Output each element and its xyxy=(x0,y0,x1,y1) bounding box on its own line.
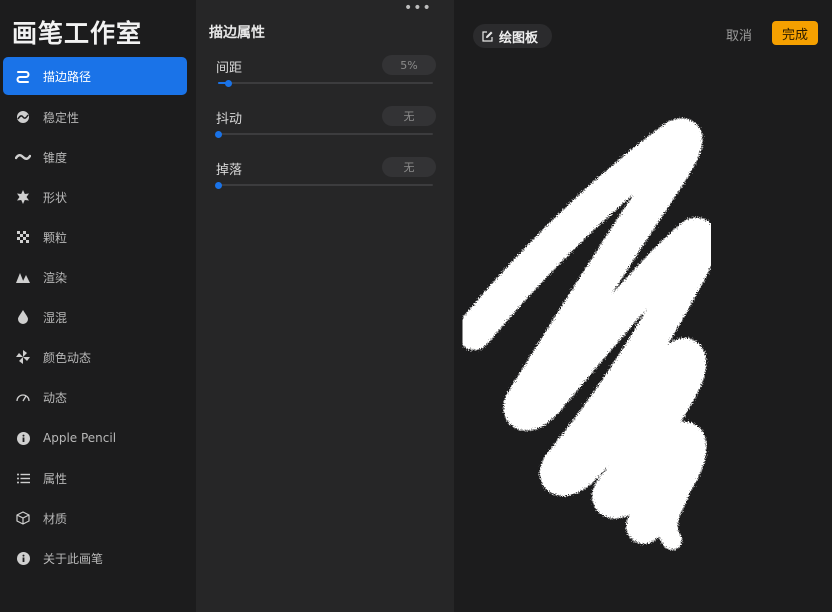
app-title: 画笔工作室 xyxy=(12,19,143,48)
sidebar-item-rendering[interactable]: 渲染 xyxy=(3,258,187,296)
sidebar-item-material[interactable]: 材质 xyxy=(3,499,187,537)
panel-title: 描边属性 xyxy=(209,25,265,41)
sidebar-item-stabilization[interactable]: 稳定性 xyxy=(3,98,187,136)
sidebar-item-label: 湿混 xyxy=(43,310,68,325)
sidebar-item-label: 锥度 xyxy=(43,150,68,165)
rendering-icon xyxy=(15,269,31,285)
slider-knob[interactable] xyxy=(214,181,222,189)
color-dynamics-icon xyxy=(15,349,31,365)
sidebar-item-apple-pencil[interactable]: Apple Pencil xyxy=(3,419,187,457)
grain-icon xyxy=(15,229,31,245)
apple-pencil-icon xyxy=(15,430,31,446)
about-icon xyxy=(15,550,31,566)
dynamics-icon xyxy=(15,389,31,405)
slider-knob[interactable] xyxy=(214,130,222,138)
sidebar-item-color-dynamics[interactable]: 颜色动态 xyxy=(3,338,187,376)
jitter-value[interactable]: 无 xyxy=(382,106,436,126)
taper-icon xyxy=(15,149,31,165)
sidebar-item-label: 动态 xyxy=(43,390,68,405)
done-button[interactable]: 完成 xyxy=(772,21,818,45)
stabilization-icon xyxy=(15,109,31,125)
edit-icon xyxy=(482,27,493,46)
sidebar-item-label: 关于此画笔 xyxy=(43,551,104,566)
sidebar-item-label: 颗粒 xyxy=(43,230,68,245)
sidebar-item-dynamics[interactable]: 动态 xyxy=(3,378,187,416)
sidebar-item-label: 形状 xyxy=(43,190,68,205)
cancel-button[interactable]: 取消 xyxy=(726,25,752,44)
falloff-value[interactable]: 无 xyxy=(382,157,436,177)
sidebar-item-stroke-path[interactable]: 描边路径 xyxy=(3,57,187,95)
more-options-button[interactable]: ••• xyxy=(404,0,432,16)
jitter-slider[interactable] xyxy=(214,130,433,138)
sidebar-item-shape[interactable]: 形状 xyxy=(3,178,187,216)
properties-icon xyxy=(15,470,31,486)
sidebar-item-about[interactable]: 关于此画笔 xyxy=(3,539,187,577)
sidebar-item-grain[interactable]: 颗粒 xyxy=(3,218,187,256)
sidebar-item-label: 稳定性 xyxy=(43,110,80,125)
sidebar-item-properties[interactable]: 属性 xyxy=(3,459,187,497)
sidebar-item-label: 颜色动态 xyxy=(43,350,92,365)
sidebar-item-label: 渲染 xyxy=(43,270,68,285)
shape-icon xyxy=(15,189,31,205)
falloff-slider[interactable] xyxy=(214,181,433,189)
falloff-label: 掉落 xyxy=(216,163,243,178)
drawing-pad-button[interactable]: 绘图板 xyxy=(473,24,552,48)
sidebar: 画笔工作室 描边路径 稳定性 锥度 形状 颗粒 渲染 湿混 颜色动态 动态 Ap… xyxy=(0,0,196,612)
spacing-label: 间距 xyxy=(216,61,243,76)
sidebar-item-label: 描边路径 xyxy=(43,69,92,84)
sidebar-item-label: 属性 xyxy=(43,471,68,486)
sidebar-item-taper[interactable]: 锥度 xyxy=(3,138,187,176)
stroke-properties-panel: ••• 描边属性 间距 5% 抖动 无 掉落 无 xyxy=(196,0,454,612)
stroke-path-icon xyxy=(15,68,31,84)
jitter-label: 抖动 xyxy=(216,112,243,127)
sidebar-item-label: 材质 xyxy=(43,511,68,526)
sidebar-item-wet-mix[interactable]: 湿混 xyxy=(3,298,187,336)
drawing-pad[interactable]: 绘图板 取消 完成 xyxy=(454,0,832,612)
spacing-value[interactable]: 5% xyxy=(382,55,436,75)
sidebar-item-label: Apple Pencil xyxy=(43,431,117,445)
brush-stroke-preview xyxy=(456,118,718,550)
material-icon xyxy=(15,510,31,526)
wet-mix-icon xyxy=(15,309,31,325)
slider-knob[interactable] xyxy=(225,79,233,87)
drawing-pad-label: 绘图板 xyxy=(499,30,539,46)
spacing-slider[interactable] xyxy=(218,79,433,87)
